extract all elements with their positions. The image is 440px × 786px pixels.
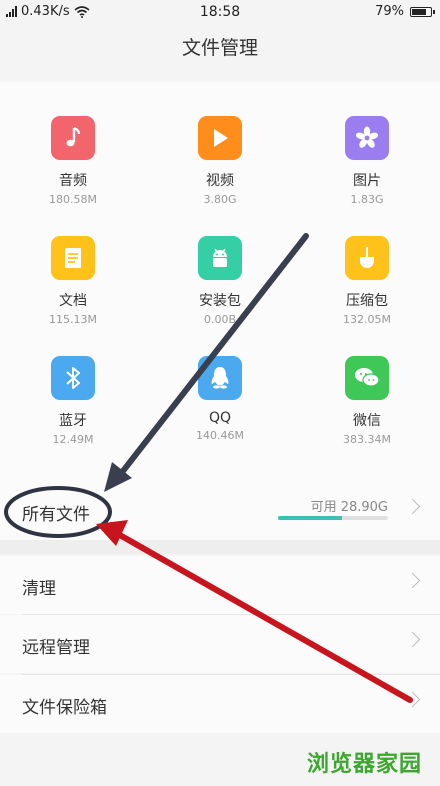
highlight-ellipse	[4, 486, 112, 538]
red-arrow	[96, 520, 413, 703]
watermark: 浏览器家园	[306, 752, 422, 777]
dark-arrow	[104, 233, 309, 492]
annotation-overlay	[4, 233, 413, 703]
